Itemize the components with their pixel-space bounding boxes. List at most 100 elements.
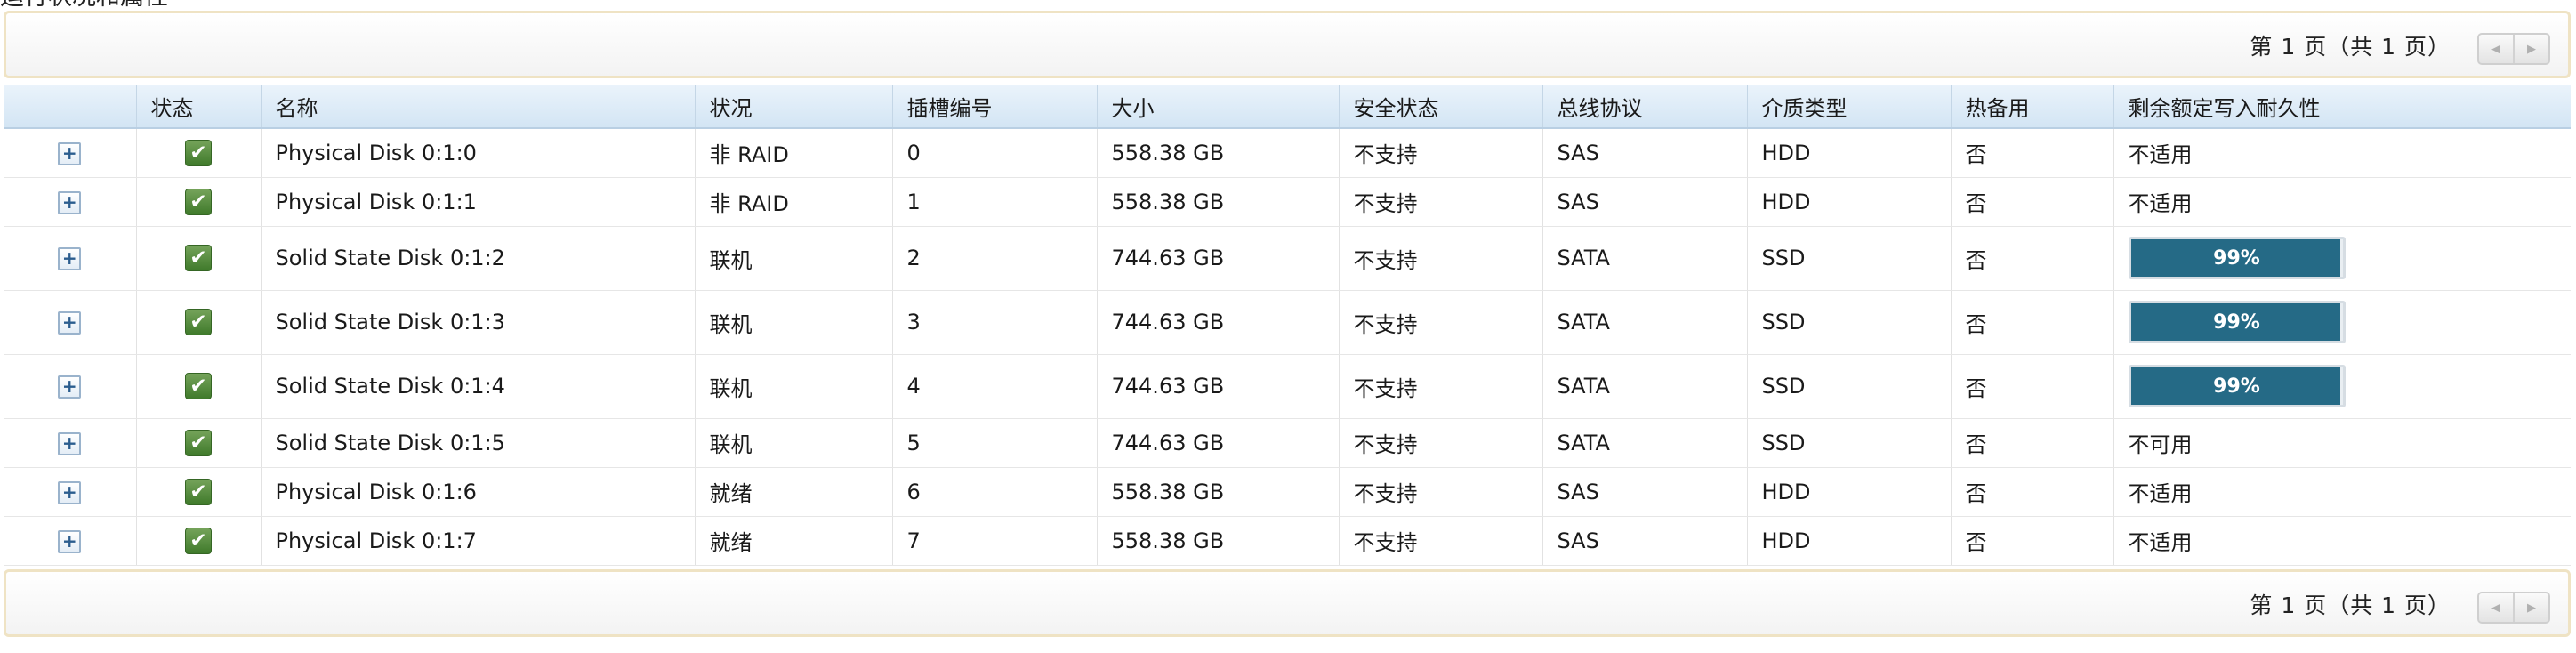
plus-icon[interactable]: + (58, 190, 82, 214)
disk-name: Solid State Disk 0:1:2 (260, 226, 695, 291)
disk-bus: SATA (1542, 354, 1747, 419)
pager-buttons: ◀ ▶ (2477, 592, 2550, 624)
table-header-row: 状态 名称 状况 插槽编号 大小 安全状态 总线协议 介质类型 热备用 剩余额定… (4, 85, 2571, 129)
disk-media: SSD (1746, 290, 1951, 355)
col-status-header[interactable]: 状态 (135, 85, 261, 129)
disk-security: 不支持 (1338, 290, 1542, 355)
disk-name: Physical Disk 0:1:7 (260, 516, 695, 566)
disk-security: 不支持 (1338, 467, 1542, 517)
status-cell: ✔ (135, 128, 261, 178)
expand-cell: + (4, 516, 136, 566)
disk-hotspare: 否 (1950, 226, 2113, 291)
disk-name: Physical Disk 0:1:1 (260, 177, 695, 227)
disk-slot: 6 (891, 467, 1097, 517)
section-caption: 运行状况和属性 (0, 0, 168, 11)
col-bus-header[interactable]: 总线协议 (1542, 85, 1747, 129)
disk-media: SSD (1746, 226, 1951, 291)
disk-endurance: 不适用 (2113, 128, 2571, 178)
disk-bus: SATA (1542, 226, 1747, 291)
disk-endurance: 99% (2113, 226, 2571, 291)
col-hotspare-header[interactable]: 热备用 (1950, 85, 2113, 129)
disk-size: 558.38 GB (1096, 128, 1339, 178)
disk-state: 联机 (694, 290, 892, 355)
expand-cell: + (4, 290, 136, 355)
status-cell: ✔ (135, 177, 261, 227)
disk-hotspare: 否 (1950, 128, 2113, 178)
disk-media: HDD (1746, 516, 1951, 566)
status-cell: ✔ (135, 354, 261, 419)
pager-prev-button[interactable]: ◀ (2479, 593, 2513, 622)
disk-state: 就绪 (694, 467, 892, 517)
pager-top: 第 1 页（共 1 页） ◀ ▶ (4, 11, 2571, 78)
col-size-header[interactable]: 大小 (1096, 85, 1339, 129)
check-icon: ✔ (185, 188, 212, 215)
col-state-header[interactable]: 状况 (694, 85, 892, 129)
disk-state: 联机 (694, 354, 892, 419)
disk-endurance: 不适用 (2113, 516, 2571, 566)
pager-buttons: ◀ ▶ (2477, 33, 2550, 65)
col-security-header[interactable]: 安全状态 (1338, 85, 1542, 129)
disk-size: 558.38 GB (1096, 467, 1339, 517)
disk-endurance: 不适用 (2113, 177, 2571, 227)
plus-icon[interactable]: + (58, 375, 82, 399)
status-cell: ✔ (135, 290, 261, 355)
disk-state: 联机 (694, 418, 892, 468)
disk-size: 558.38 GB (1096, 177, 1339, 227)
disk-bus: SAS (1542, 516, 1747, 566)
endurance-progress-label: 99% (2213, 310, 2260, 334)
check-icon: ✔ (185, 373, 212, 399)
table-row: + ✔ Solid State Disk 0:1:4 联机 4 744.63 G… (4, 354, 2571, 419)
physical-disk-table: 状态 名称 状况 插槽编号 大小 安全状态 总线协议 介质类型 热备用 剩余额定… (4, 85, 2571, 566)
disk-hotspare: 否 (1950, 516, 2113, 566)
disk-bus: SAS (1542, 177, 1747, 227)
disk-size: 744.63 GB (1096, 354, 1339, 419)
disk-slot: 5 (891, 418, 1097, 468)
expand-cell: + (4, 128, 136, 178)
disk-hotspare: 否 (1950, 290, 2113, 355)
disk-endurance: 不可用 (2113, 418, 2571, 468)
disk-state: 非 RAID (694, 128, 892, 178)
plus-icon[interactable]: + (58, 431, 82, 455)
disk-hotspare: 否 (1950, 354, 2113, 419)
disk-name: Physical Disk 0:1:0 (260, 128, 695, 178)
table-row: + ✔ Solid State Disk 0:1:5 联机 5 744.63 G… (4, 418, 2571, 468)
triangle-right-icon: ▶ (2527, 42, 2536, 56)
endurance-progress-bar: 99% (2128, 301, 2346, 343)
triangle-left-icon: ◀ (2491, 42, 2500, 56)
plus-icon[interactable]: + (58, 311, 82, 335)
pager-next-button[interactable]: ▶ (2513, 593, 2548, 622)
table-row: + ✔ Physical Disk 0:1:7 就绪 7 558.38 GB 不… (4, 516, 2571, 566)
disk-slot: 2 (891, 226, 1097, 291)
triangle-right-icon: ▶ (2527, 601, 2536, 615)
pager-prev-button[interactable]: ◀ (2479, 35, 2513, 63)
disk-security: 不支持 (1338, 177, 1542, 227)
col-name-header[interactable]: 名称 (260, 85, 695, 129)
disk-name: Physical Disk 0:1:6 (260, 467, 695, 517)
plus-icon[interactable]: + (58, 480, 82, 504)
col-endurance-header[interactable]: 剩余额定写入耐久性 (2113, 85, 2571, 129)
col-slot-header[interactable]: 插槽编号 (891, 85, 1097, 129)
plus-icon[interactable]: + (58, 247, 82, 270)
disk-bus: SAS (1542, 128, 1747, 178)
disk-name: Solid State Disk 0:1:3 (260, 290, 695, 355)
plus-icon[interactable]: + (58, 529, 82, 553)
disk-state: 就绪 (694, 516, 892, 566)
disk-slot: 1 (891, 177, 1097, 227)
disk-hotspare: 否 (1950, 177, 2113, 227)
col-media-header[interactable]: 介质类型 (1746, 85, 1951, 129)
disk-security: 不支持 (1338, 516, 1542, 566)
expand-cell: + (4, 418, 136, 468)
pager-next-button[interactable]: ▶ (2513, 35, 2548, 63)
disk-hotspare: 否 (1950, 418, 2113, 468)
check-icon: ✔ (185, 139, 212, 166)
pager-page-info: 第 1 页（共 1 页） (2250, 593, 2451, 618)
expand-cell: + (4, 177, 136, 227)
status-cell: ✔ (135, 467, 261, 517)
disk-hotspare: 否 (1950, 467, 2113, 517)
plus-icon[interactable]: + (58, 141, 82, 165)
pager-bottom: 第 1 页（共 1 页） ◀ ▶ (4, 569, 2571, 637)
disk-media: HDD (1746, 467, 1951, 517)
disk-security: 不支持 (1338, 226, 1542, 291)
disk-media: SSD (1746, 418, 1951, 468)
check-icon: ✔ (185, 245, 212, 271)
